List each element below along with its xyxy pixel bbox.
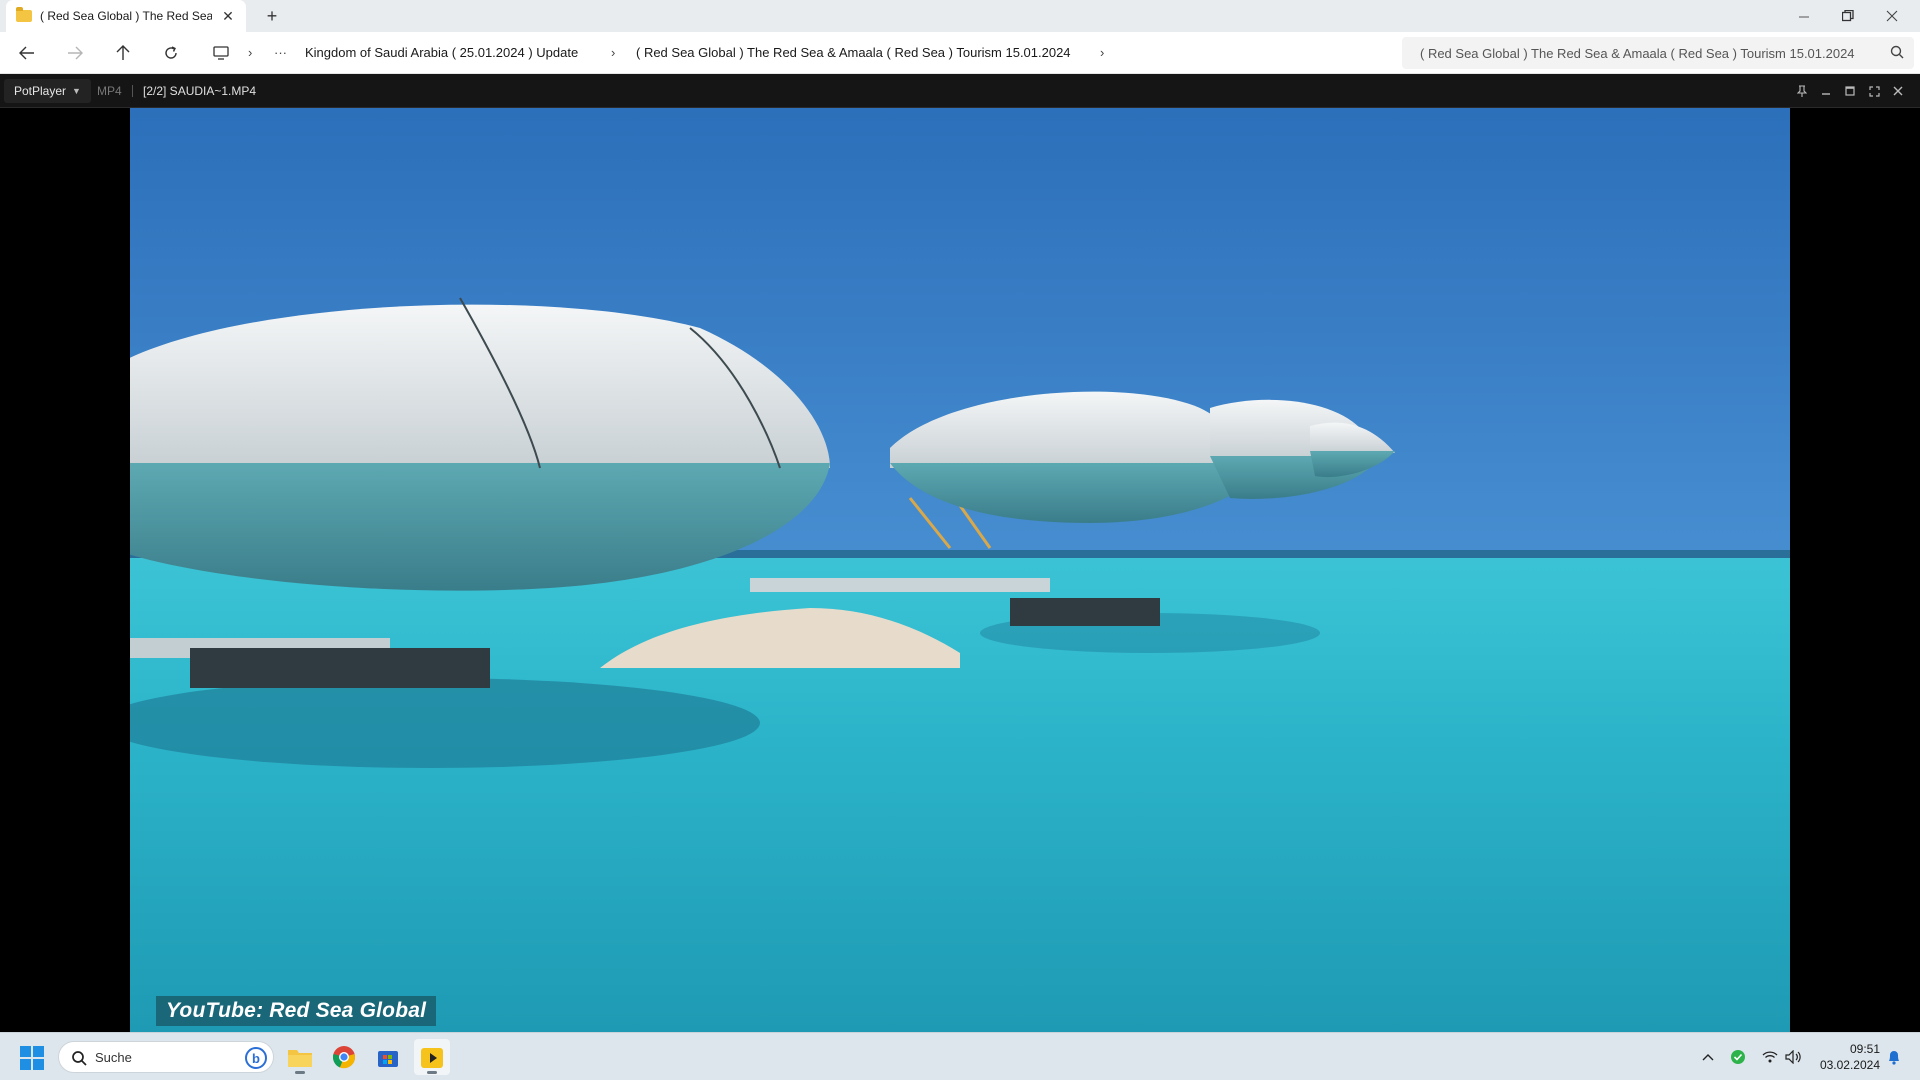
overflow-menu[interactable]: ··· (274, 32, 287, 74)
chevron-up-icon (1702, 1054, 1714, 1061)
forward-button[interactable] (62, 41, 88, 65)
windows-logo-tile (33, 1059, 44, 1070)
running-indicator (427, 1071, 437, 1074)
store-icon (378, 1051, 398, 1067)
video-scene (130, 108, 1790, 1032)
refresh-icon (165, 46, 177, 59)
close-icon (1886, 10, 1898, 22)
taskbar-search[interactable]: Suche b (58, 1041, 274, 1073)
restore-icon (1842, 10, 1854, 22)
player-close-button[interactable] (1888, 81, 1908, 101)
folder-icon (16, 7, 32, 22)
fullscreen-icon (1868, 85, 1880, 97)
divider (132, 85, 133, 97)
refresh-button[interactable] (158, 41, 184, 65)
chevron-right-icon[interactable]: › (611, 32, 615, 74)
covered-pod-1 (130, 297, 830, 591)
lagoon (130, 550, 1790, 1032)
tab-title: ( Red Sea Global ) The Red Sea & Amaala … (40, 9, 212, 23)
potplayer-menu-label: PotPlayer (14, 84, 67, 98)
chevron-right-icon[interactable]: › (248, 32, 252, 74)
taskbar-search-label: Suche (95, 1049, 132, 1065)
shield-check-icon (1731, 1050, 1745, 1064)
file-name-label: [2/2] SAUDIA~1.MP4 (143, 84, 257, 98)
pod-base (190, 648, 490, 688)
chevron-right-icon[interactable]: › (1100, 32, 1104, 74)
network-tray-button[interactable] (1758, 1033, 1782, 1080)
potplayer-title-bar: PotPlayer ▼ MP4 [2/2] SAUDIA~1.MP4 (0, 74, 1920, 108)
close-icon (1893, 86, 1903, 96)
pin-icon (1797, 85, 1807, 97)
taskbar-clock[interactable]: 09:51 03.02.2024 (1800, 1041, 1880, 1073)
taskbar-app-store[interactable] (370, 1039, 406, 1075)
show-hidden-icons-button[interactable] (1696, 1033, 1720, 1080)
file-format-label: MP4 (97, 84, 122, 98)
taskbar-app-chrome[interactable] (326, 1039, 362, 1075)
taskbar-app-file-explorer[interactable] (282, 1039, 318, 1075)
maximize-icon (1845, 86, 1855, 96)
back-button[interactable] (14, 41, 40, 65)
potplayer-menu-button[interactable]: PotPlayer ▼ (4, 79, 91, 103)
file-explorer-icon (288, 1050, 312, 1067)
video-frame[interactable]: YouTube: Red Sea Global (130, 108, 1790, 1032)
minimize-button[interactable] (1782, 0, 1826, 32)
new-tab-button[interactable]: + (262, 6, 282, 26)
arrow-right-icon (68, 46, 83, 60)
taskbar-app-potplayer[interactable] (414, 1039, 450, 1075)
tab-red-sea-global[interactable]: ( Red Sea Global ) The Red Sea & Amaala … (6, 0, 246, 32)
monitor-icon (213, 46, 229, 60)
windows-logo-tile (33, 1046, 44, 1057)
potplayer-icon (421, 1048, 443, 1068)
minimize-icon (1798, 16, 1809, 17)
up-button[interactable] (110, 41, 136, 65)
this-pc-button[interactable] (208, 41, 234, 65)
clock-date: 03.02.2024 (1819, 1058, 1880, 1072)
close-window-button[interactable] (1870, 0, 1914, 32)
running-indicator (295, 1071, 305, 1074)
pod-reflection (130, 678, 760, 768)
chrome-icon (333, 1046, 355, 1069)
fullscreen-button[interactable] (1864, 81, 1884, 101)
video-area[interactable]: YouTube: Red Sea Global (0, 108, 1920, 1032)
security-tray-button[interactable] (1726, 1033, 1750, 1080)
chevron-down-icon: ▼ (72, 86, 81, 96)
breadcrumb-item-kingdom[interactable]: Kingdom of Saudi Arabia ( 25.01.2024 ) U… (305, 32, 578, 74)
minimize-icon (1822, 93, 1830, 95)
pod-base (1010, 598, 1160, 626)
youtube-watermark: YouTube: Red Sea Global (156, 996, 437, 1026)
pin-button[interactable] (1792, 81, 1812, 101)
notifications-button[interactable] (1882, 1033, 1906, 1080)
taskbar: Suche b 09:51 03.02.2024 (0, 1032, 1920, 1080)
search-placeholder: ( Red Sea Global ) The Red Sea & Amaala … (1420, 45, 1855, 61)
restore-button[interactable] (1826, 0, 1870, 32)
explorer-tab-strip: ( Red Sea Global ) The Red Sea & Amaala … (0, 0, 1920, 32)
player-maximize-button[interactable] (1840, 81, 1860, 101)
pier (750, 578, 1050, 592)
player-minimize-button[interactable] (1816, 81, 1836, 101)
clock-time: 09:51 (1849, 1042, 1880, 1056)
search-input[interactable]: ( Red Sea Global ) The Red Sea & Amaala … (1402, 37, 1914, 69)
search-icon (1890, 45, 1904, 59)
wifi-icon (1762, 1051, 1778, 1063)
explorer-address-bar: › ··· Kingdom of Saudi Arabia ( 25.01.20… (0, 32, 1920, 74)
windows-logo-tile (20, 1059, 31, 1070)
bell-icon (1889, 1051, 1899, 1065)
windows-logo-tile (20, 1046, 31, 1057)
arrow-left-icon (19, 46, 34, 60)
breadcrumb-item-red-sea-global[interactable]: ( Red Sea Global ) The Red Sea & Amaala … (636, 32, 1071, 74)
start-button[interactable] (20, 1046, 44, 1070)
bing-icon[interactable]: b (245, 1047, 267, 1069)
close-icon[interactable]: ✕ (220, 8, 236, 25)
search-icon (72, 1051, 87, 1066)
arrow-up-icon (116, 45, 130, 60)
